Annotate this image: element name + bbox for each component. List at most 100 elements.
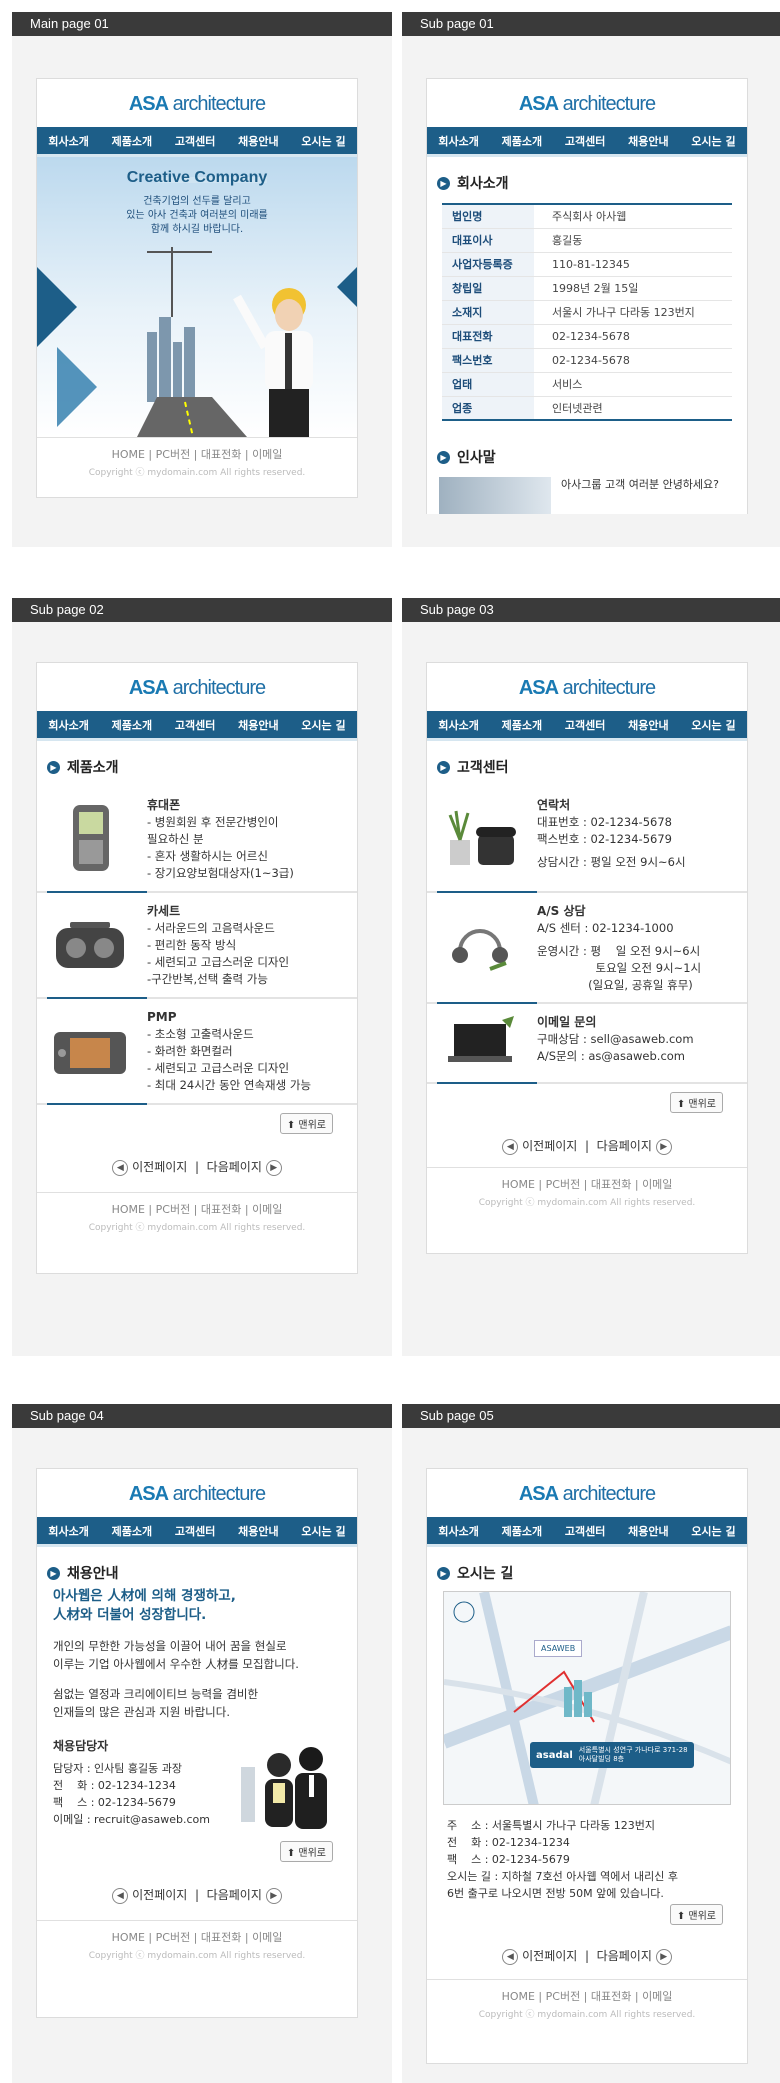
nav-item[interactable]: 오시는 길 [691, 133, 735, 149]
copyright: Copyright ⓒ mydomain.com All rights rese… [88, 468, 306, 478]
nav-item[interactable]: 채용안내 [238, 1523, 278, 1539]
nav-item[interactable]: 제품소개 [112, 1523, 152, 1539]
contact-line: 팩 스 : 02-1234-5679 [53, 1796, 176, 1809]
prev-arrow-icon[interactable]: ◀ [112, 1159, 129, 1176]
mobile-frame: ASA architecture 회사소개 제품소개 고객센터 채용안내 오시는… [36, 78, 358, 498]
logo[interactable]: ASA architecture [37, 663, 357, 711]
back-to-top-button[interactable]: ⬆ 맨위로 [279, 1841, 333, 1862]
footer-links[interactable]: HOME | PC버전 | 대표전화 | 이메일 [37, 1929, 357, 1945]
hero-banner: Creative Company 건축기업의 선두를 달리고 있는 아사 건축과… [37, 157, 357, 437]
table-row: 대표이사 홍길동 [442, 228, 732, 253]
nav-item[interactable]: 채용안내 [628, 1523, 668, 1539]
location-map[interactable]: ASAWEB asadal 서울특별시 성연구 가나다로 371-28 아사달빌… [443, 1591, 731, 1805]
nav-item[interactable]: 제품소개 [502, 717, 542, 733]
panel-sub-page-04: Sub page 04 ASA architecture 회사소개 제품소개 고… [12, 1404, 392, 2083]
nav-item[interactable]: 오시는 길 [691, 717, 735, 733]
nav-item[interactable]: 회사소개 [48, 1523, 88, 1539]
panel-label: Sub page 04 [12, 1404, 392, 1428]
prev-arrow-icon[interactable]: ◀ [112, 1887, 129, 1904]
nav-item[interactable]: 회사소개 [48, 717, 88, 733]
prev-arrow-icon[interactable]: ◀ [502, 1948, 519, 1965]
laptop-icon [437, 1014, 523, 1074]
nav-item[interactable]: 고객센터 [175, 133, 215, 149]
cassette-player-icon [47, 903, 133, 989]
prev-arrow-icon[interactable]: ◀ [502, 1138, 519, 1155]
next-page-link[interactable]: 다음페이지 [597, 1139, 652, 1153]
nav-item[interactable]: 회사소개 [438, 1523, 478, 1539]
next-arrow-icon[interactable]: ▶ [265, 1159, 282, 1176]
logo[interactable]: ASA architecture [427, 663, 747, 711]
nav-item[interactable]: 회사소개 [438, 717, 478, 733]
nav-item[interactable]: 고객센터 [565, 717, 605, 733]
logo[interactable]: ASA architecture [37, 1469, 357, 1517]
back-to-top-button[interactable]: ⬆ 맨위로 [669, 1092, 723, 1113]
hero-title: Creative Company [126, 169, 268, 186]
nav-item[interactable]: 채용안내 [238, 717, 278, 733]
nav-item[interactable]: 고객센터 [175, 1523, 215, 1539]
footer: HOME | PC버전 | 대표전화 | 이메일 Copyright ⓒ myd… [427, 1166, 747, 1218]
list-item: A/S 상담 A/S 센터 : 02-1234-1000 운영시간 : 평 일 오… [427, 893, 747, 1004]
logo[interactable]: ASA architecture [427, 79, 747, 127]
location-line: 전 화 : 02-1234-1234 [447, 1836, 570, 1849]
nav-item[interactable]: 오시는 길 [691, 1523, 735, 1539]
back-to-top-button[interactable]: ⬆ 맨위로 [669, 1904, 723, 1925]
list-item: 연락처 대표번호 : 02-1234-5678 팩스번호 : 02-1234-56… [427, 787, 747, 893]
nav-item[interactable]: 고객센터 [565, 133, 605, 149]
map-roads [444, 1592, 730, 1804]
table-row: 법인명 주식회사 아사웹 [442, 204, 732, 229]
table-row: 사업자등록증 110-81-12345 [442, 252, 732, 277]
table-row: 업태 서비스 [442, 372, 732, 397]
next-arrow-icon[interactable]: ▶ [655, 1138, 672, 1155]
contact-line: 이메일 : recruit@asaweb.com [53, 1813, 210, 1826]
next-page-link[interactable]: 다음페이지 [597, 1949, 652, 1963]
main-nav: 회사소개 제품소개 고객센터 채용안내 오시는 길 [37, 127, 357, 157]
recruit-para: 쉼없는 열정과 크리에이티브 능력을 겸비한 인재들의 많은 관심과 지원 바랍… [53, 1687, 259, 1719]
mobile-frame: ASA architecture 회사소개 제품소개 고객센터 채용안내 오시는… [426, 78, 748, 514]
footer-links[interactable]: HOME | PC버전 | 대표전화 | 이메일 [37, 1201, 357, 1217]
next-page-link[interactable]: 다음페이지 [207, 1888, 262, 1902]
table-row: 소재지 서울시 가나구 다라동 123번지 [442, 300, 732, 325]
next-page-link[interactable]: 다음페이지 [207, 1160, 262, 1174]
prev-page-link[interactable]: 이전페이지 [132, 1160, 187, 1174]
prev-page-link[interactable]: 이전페이지 [522, 1949, 577, 1963]
nav-item[interactable]: 오시는 길 [301, 1523, 345, 1539]
company-info-table: 법인명 주식회사 아사웹 대표이사 홍길동 사업자등록증 110-81-12345 창… [442, 203, 732, 421]
nav-item[interactable]: 채용안내 [628, 133, 668, 149]
nav-item[interactable]: 회사소개 [48, 133, 88, 149]
recruit-para: 개인의 무한한 가능성을 이끌어 내어 꿈을 현실로 이루는 기업 아사웹에서 … [53, 1639, 299, 1671]
greeting-image [439, 477, 551, 514]
greeting: 아사그룹 고객 여러분 안녕하세요? [427, 477, 747, 514]
back-to-top-button[interactable]: ⬆ 맨위로 [279, 1113, 333, 1134]
nav-item[interactable]: 제품소개 [502, 133, 542, 149]
nav-item[interactable]: 채용안내 [628, 717, 668, 733]
footer-links[interactable]: HOME | PC버전 | 대표전화 | 이메일 [37, 446, 357, 462]
nav-item[interactable]: 고객센터 [565, 1523, 605, 1539]
list-item: 이메일 문의 구매상담 : sell@asaweb.com A/S문의 : as@… [427, 1004, 747, 1084]
bullet-icon: ▶ [437, 760, 450, 774]
footer-links[interactable]: HOME | PC버전 | 대표전화 | 이메일 [427, 1176, 747, 1192]
nav-item[interactable]: 회사소개 [438, 133, 478, 149]
footer-links[interactable]: HOME | PC버전 | 대표전화 | 이메일 [427, 1988, 747, 2004]
footer: HOME | PC버전 | 대표전화 | 이메일 Copyright ⓒ myd… [37, 1191, 357, 1243]
prev-page-link[interactable]: 이전페이지 [522, 1139, 577, 1153]
logo[interactable]: ASA architecture [37, 79, 357, 127]
bullet-icon: ▶ [437, 1566, 450, 1580]
recruiters-illustration [241, 1747, 327, 1829]
list-item: 휴대폰 - 병원회원 후 전문간병인이 필요하신 분- 혼자 생활하시는 어르신… [37, 787, 357, 893]
telephone-icon [437, 797, 523, 883]
next-arrow-icon[interactable]: ▶ [655, 1948, 672, 1965]
nav-item[interactable]: 오시는 길 [301, 717, 345, 733]
nav-item[interactable]: 고객센터 [175, 717, 215, 733]
prev-page-link[interactable]: 이전페이지 [132, 1888, 187, 1902]
pagination: ◀ 이전페이지 | 다음페이지 ▶ [427, 1113, 747, 1167]
contact-line: 담당자 : 인사팀 홍길동 과장 [53, 1762, 183, 1775]
list-item: PMP - 초소형 고출력사운드 - 화려한 화면컬러 - 세련되고 고급스러운 디… [37, 999, 357, 1105]
next-arrow-icon[interactable]: ▶ [265, 1887, 282, 1904]
nav-item[interactable]: 오시는 길 [301, 133, 345, 149]
logo[interactable]: ASA architecture [427, 1469, 747, 1517]
nav-item[interactable]: 채용안내 [238, 133, 278, 149]
nav-item[interactable]: 제품소개 [112, 133, 152, 149]
nav-item[interactable]: 제품소개 [112, 717, 152, 733]
bullet-icon: ▶ [437, 176, 450, 190]
nav-item[interactable]: 제품소개 [502, 1523, 542, 1539]
